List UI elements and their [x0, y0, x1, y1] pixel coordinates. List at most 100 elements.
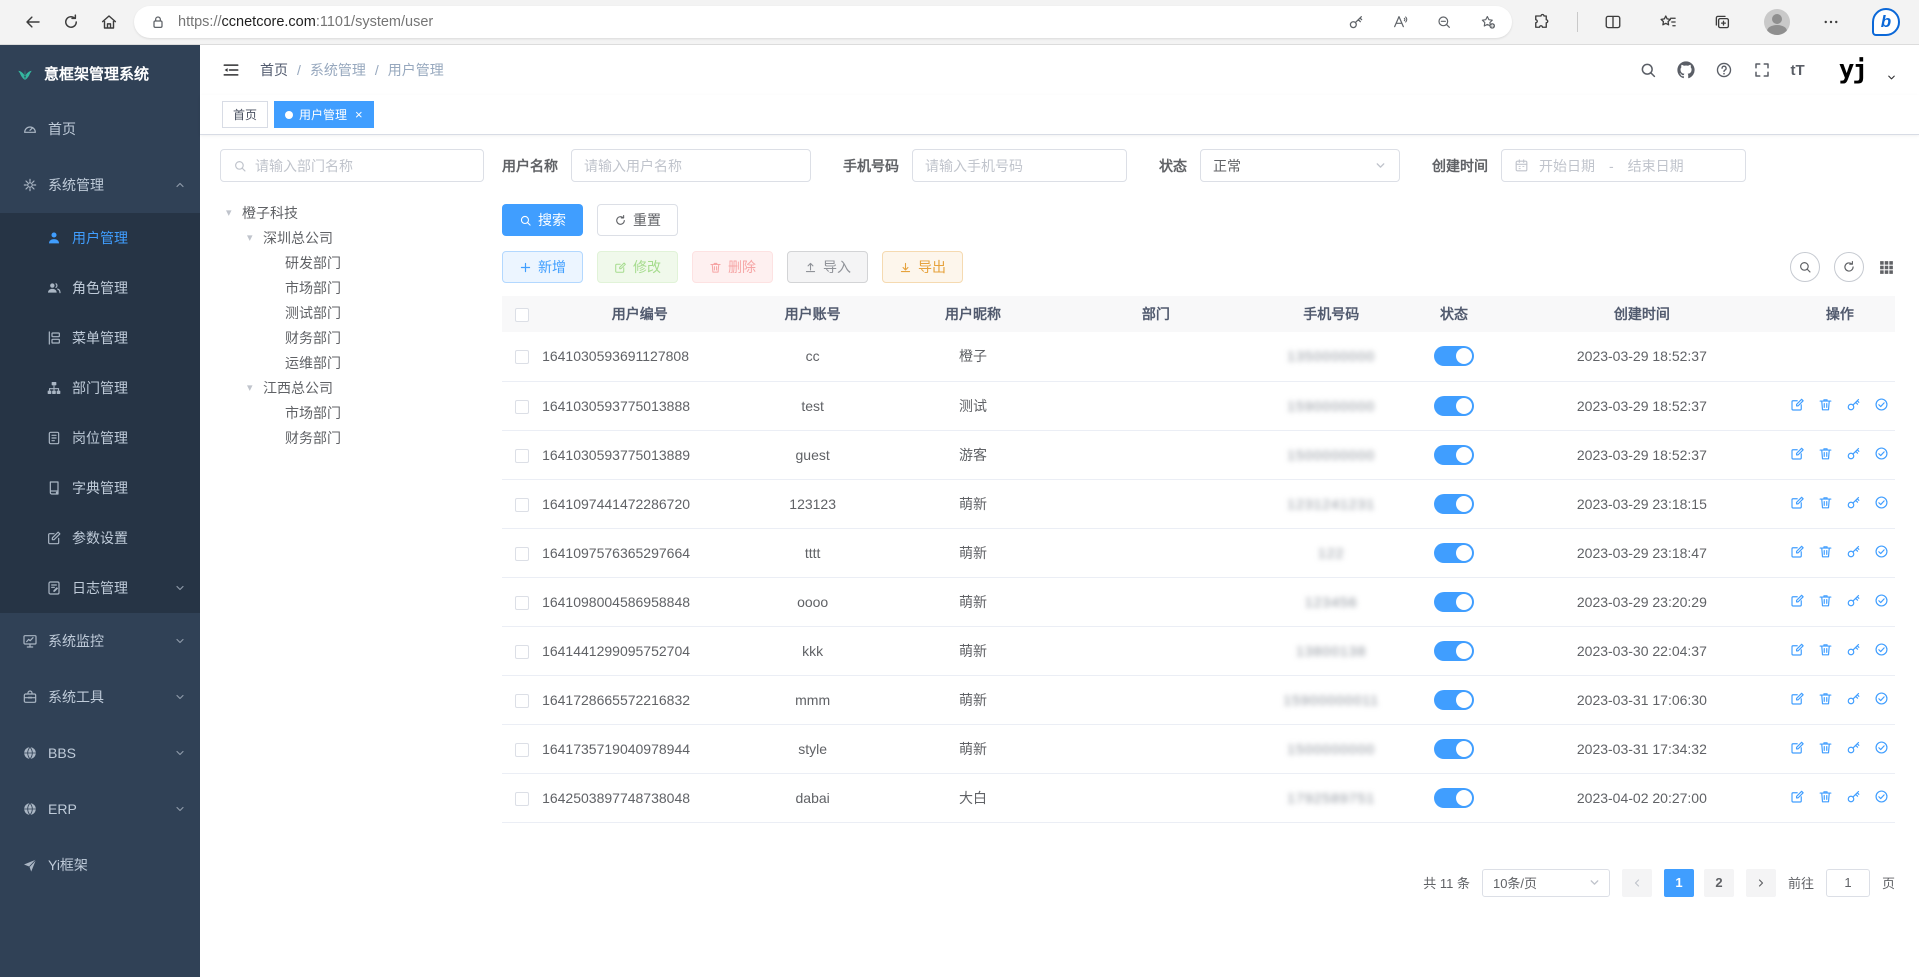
row-assign-role-icon[interactable] [1874, 593, 1889, 608]
status-select[interactable]: 正常 [1200, 149, 1400, 182]
row-assign-role-icon[interactable] [1874, 642, 1889, 657]
row-assign-role-icon[interactable] [1874, 544, 1889, 559]
tree-node[interactable]: ▾ 江西总公司 [220, 375, 484, 400]
status-toggle[interactable] [1434, 543, 1474, 563]
font-size-icon[interactable]: tT [1791, 62, 1805, 79]
row-edit-icon[interactable] [1790, 397, 1805, 412]
row-delete-icon[interactable] [1818, 789, 1833, 804]
breadcrumb-home[interactable]: 首页 [260, 60, 288, 80]
row-checkbox[interactable] [515, 792, 529, 806]
row-reset-password-icon[interactable] [1846, 495, 1861, 510]
status-toggle[interactable] [1434, 396, 1474, 416]
sidebar-item-8[interactable]: 参数设置 [0, 513, 200, 563]
row-checkbox[interactable] [515, 694, 529, 708]
extensions-icon[interactable] [1522, 5, 1560, 39]
tab-user-management[interactable]: 用户管理 × [274, 101, 374, 128]
row-reset-password-icon[interactable] [1846, 789, 1861, 804]
status-toggle[interactable] [1434, 592, 1474, 612]
help-icon[interactable] [1715, 61, 1733, 79]
tree-node[interactable]: 市场部门 [220, 400, 484, 425]
browser-refresh-button[interactable] [52, 5, 90, 39]
split-screen-icon[interactable] [1594, 5, 1632, 39]
row-edit-icon[interactable] [1790, 593, 1805, 608]
row-edit-icon[interactable] [1790, 740, 1805, 755]
row-reset-password-icon[interactable] [1846, 642, 1861, 657]
tree-node[interactable]: 运维部门 [220, 350, 484, 375]
row-checkbox[interactable] [515, 596, 529, 610]
tree-node[interactable]: ▾ 橙子科技 [220, 200, 484, 225]
row-checkbox[interactable] [515, 743, 529, 757]
status-toggle[interactable] [1434, 788, 1474, 808]
zoom-out-icon[interactable] [1436, 14, 1452, 30]
status-toggle[interactable] [1434, 641, 1474, 661]
row-assign-role-icon[interactable] [1874, 740, 1889, 755]
row-edit-icon[interactable] [1790, 446, 1805, 461]
bing-chat-icon[interactable]: b [1867, 5, 1905, 39]
row-reset-password-icon[interactable] [1846, 446, 1861, 461]
sidebar-item-3[interactable]: 角色管理 [0, 263, 200, 313]
row-checkbox[interactable] [515, 400, 529, 414]
row-edit-icon[interactable] [1790, 789, 1805, 804]
refresh-table-button[interactable] [1834, 252, 1864, 282]
row-delete-icon[interactable] [1818, 495, 1833, 510]
header-search-icon[interactable] [1639, 61, 1657, 79]
import-button[interactable]: 导入 [787, 251, 868, 283]
tree-node[interactable]: 研发部门 [220, 250, 484, 275]
tab-home[interactable]: 首页 [222, 101, 268, 128]
sidebar-item-9[interactable]: 日志管理 [0, 563, 200, 613]
row-delete-icon[interactable] [1818, 544, 1833, 559]
export-button[interactable]: 导出 [882, 251, 963, 283]
row-delete-icon[interactable] [1818, 642, 1833, 657]
status-toggle[interactable] [1434, 445, 1474, 465]
status-toggle[interactable] [1434, 494, 1474, 514]
edit-button[interactable]: 修改 [597, 251, 678, 283]
row-checkbox[interactable] [515, 547, 529, 561]
sidebar-item-11[interactable]: 系统工具 [0, 669, 200, 725]
sidebar-item-4[interactable]: 菜单管理 [0, 313, 200, 363]
page-size-select[interactable]: 10条/页 [1482, 869, 1610, 897]
sidebar-item-6[interactable]: 岗位管理 [0, 413, 200, 463]
row-checkbox[interactable] [515, 350, 529, 364]
github-icon[interactable] [1677, 61, 1695, 79]
row-delete-icon[interactable] [1818, 691, 1833, 706]
row-delete-icon[interactable] [1818, 397, 1833, 412]
row-edit-icon[interactable] [1790, 642, 1805, 657]
status-toggle[interactable] [1434, 346, 1474, 366]
sidebar-item-13[interactable]: ERP [0, 781, 200, 837]
row-edit-icon[interactable] [1790, 544, 1805, 559]
sidebar-item-12[interactable]: BBS [0, 725, 200, 781]
row-reset-password-icon[interactable] [1846, 593, 1861, 608]
row-delete-icon[interactable] [1818, 740, 1833, 755]
delete-button[interactable]: 删除 [692, 251, 773, 283]
row-checkbox[interactable] [515, 498, 529, 512]
page-button-1[interactable]: 1 [1664, 869, 1694, 897]
row-reset-password-icon[interactable] [1846, 397, 1861, 412]
sidebar-item-7[interactable]: 字典管理 [0, 463, 200, 513]
tab-close-icon[interactable]: × [355, 107, 363, 122]
sidebar-item-5[interactable]: 部门管理 [0, 363, 200, 413]
row-delete-icon[interactable] [1818, 446, 1833, 461]
row-assign-role-icon[interactable] [1874, 789, 1889, 804]
browser-home-button[interactable] [90, 5, 128, 39]
fullscreen-icon[interactable] [1753, 61, 1771, 79]
goto-page-input[interactable] [1826, 869, 1870, 897]
phone-input[interactable] [912, 149, 1127, 182]
status-toggle[interactable] [1434, 739, 1474, 759]
row-assign-role-icon[interactable] [1874, 495, 1889, 510]
tree-node[interactable]: 市场部门 [220, 275, 484, 300]
tree-node[interactable]: 财务部门 [220, 325, 484, 350]
row-reset-password-icon[interactable] [1846, 740, 1861, 755]
tree-node[interactable]: ▾ 深圳总公司 [220, 225, 484, 250]
breadcrumb-system[interactable]: 系统管理 [310, 60, 366, 80]
row-edit-icon[interactable] [1790, 691, 1805, 706]
next-page-button[interactable] [1746, 869, 1776, 897]
sidebar-item-10[interactable]: 系统监控 [0, 613, 200, 669]
address-bar[interactable]: https://ccnetcore.com:1101/system/user [134, 6, 1512, 38]
row-reset-password-icon[interactable] [1846, 544, 1861, 559]
avatar-caret-down-icon[interactable] [1886, 72, 1897, 83]
password-key-icon[interactable] [1348, 14, 1364, 30]
read-aloud-icon[interactable] [1392, 14, 1408, 30]
user-avatar-logo[interactable]: yj [1839, 55, 1866, 85]
browser-back-button[interactable] [14, 5, 52, 39]
row-assign-role-icon[interactable] [1874, 691, 1889, 706]
